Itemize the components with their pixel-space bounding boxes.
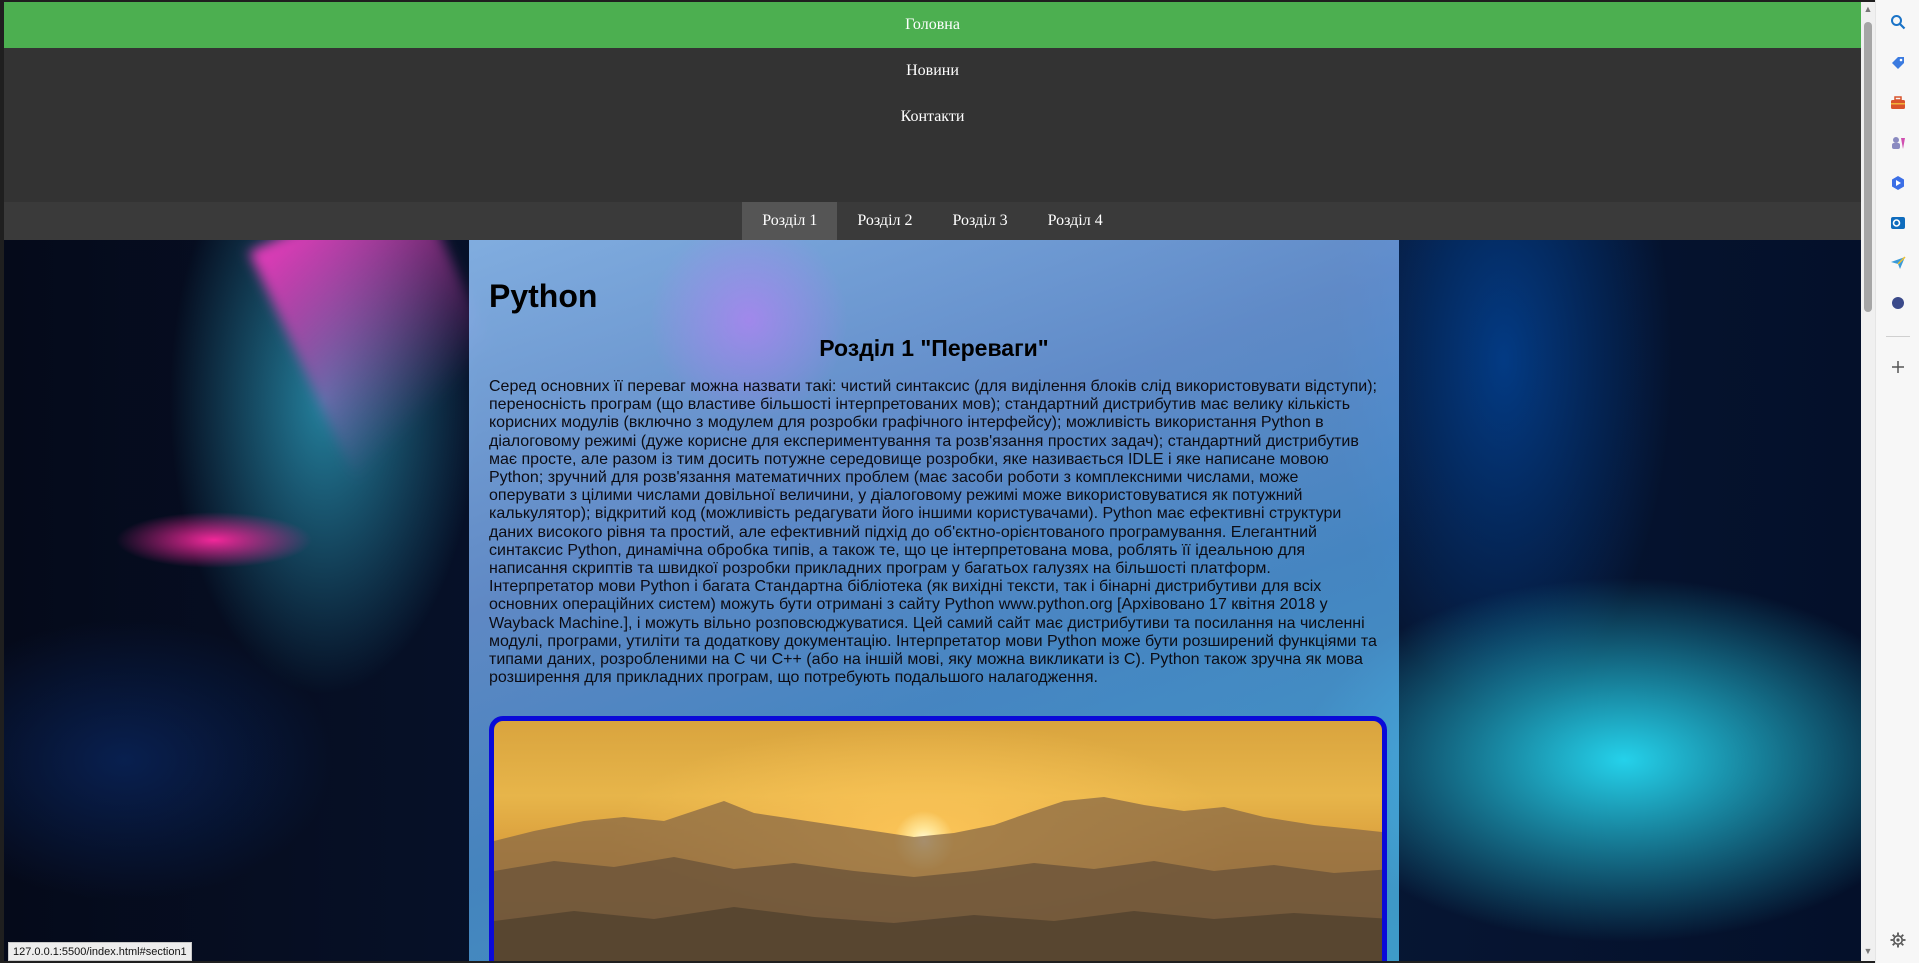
toolbox-icon[interactable] [1888,93,1908,113]
browser-sidebar [1875,0,1919,963]
mountains-silhouette [494,797,1382,961]
copilot-icon[interactable] [1888,173,1908,193]
sidebar-separator [1886,336,1910,337]
send-icon[interactable] [1888,253,1908,273]
circle-icon[interactable] [1888,293,1908,313]
nav-item-contacts[interactable]: Контакти [4,94,1861,140]
scroll-down-icon[interactable]: ▼ [1861,946,1875,956]
sunset-mountains-image [489,716,1387,961]
main-navigation: Головна Новини Контакти [4,2,1861,202]
page-scrollbar[interactable]: ▲ ▼ [1861,2,1875,961]
section-title: Розділ 1 "Переваги" [819,335,1049,361]
outlook-icon[interactable] [1888,213,1908,233]
settings-icon[interactable] [1888,930,1908,950]
tag-icon[interactable] [1888,53,1908,73]
nav-item-news[interactable]: Новини [4,48,1861,94]
scrollbar-thumb[interactable] [1864,22,1872,312]
status-bar-url: 127.0.0.1:5500/index.html#section1 [8,942,192,961]
tab-section-2[interactable]: Розділ 2 [837,202,932,240]
tab-section-4[interactable]: Розділ 4 [1028,202,1123,240]
site-title: Python [489,278,598,314]
add-icon[interactable] [1888,357,1908,377]
web-page-viewport: Головна Новини Контакти Розділ 1 Розділ … [4,2,1861,961]
games-icon[interactable] [1888,133,1908,153]
scroll-up-icon[interactable]: ▲ [1861,4,1875,14]
tab-section-1[interactable]: Розділ 1 [742,202,838,240]
tab-section-3[interactable]: Розділ 3 [933,202,1028,240]
section-tabs: Розділ 1 Розділ 2 Розділ 3 Розділ 4 [4,202,1861,240]
section-text: Серед основних її переваг можна назвати … [489,378,1377,687]
search-icon[interactable] [1888,12,1908,32]
nav-item-home[interactable]: Головна [4,2,1861,48]
content-panel: Python Розділ 1 "Переваги" Серед основни… [469,240,1399,961]
